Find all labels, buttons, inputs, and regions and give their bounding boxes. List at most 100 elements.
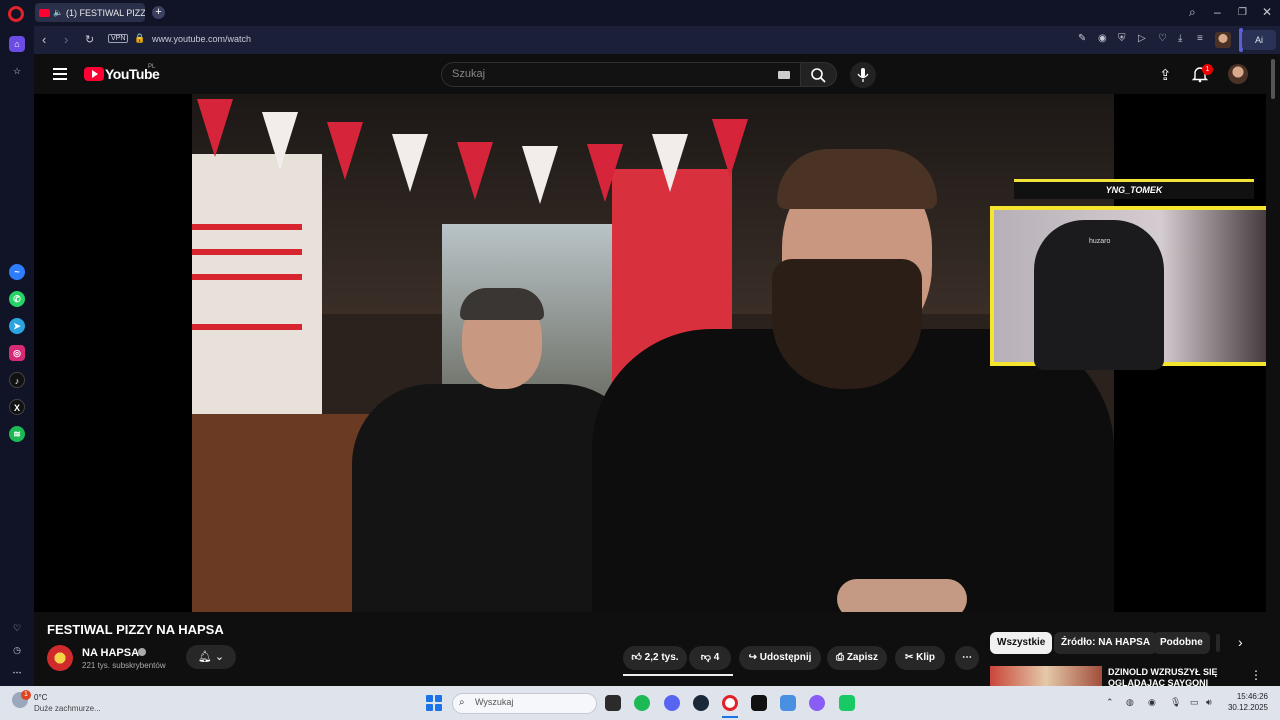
windows-start-icon[interactable]: [426, 695, 442, 711]
lock-icon[interactable]: 🔒: [134, 33, 145, 44]
subscriber-count: 221 tys. subskrybentów: [82, 661, 166, 670]
vpn-badge[interactable]: VPN: [108, 34, 129, 43]
upload-icon[interactable]: ⇪: [1159, 66, 1172, 84]
clock-date[interactable]: 30.12.2025: [1222, 703, 1268, 712]
bunting-flag: [327, 122, 363, 180]
home-icon[interactable]: ⌂: [9, 36, 25, 52]
telegram-icon[interactable]: ➤: [9, 318, 25, 334]
play-icon[interactable]: ▷: [1138, 33, 1146, 44]
edit-icon[interactable]: ✎: [1078, 33, 1086, 44]
clock-time[interactable]: 15:46:26: [1232, 692, 1268, 701]
volume-icon[interactable]: 🔊︎: [1206, 697, 1212, 708]
whatsapp-icon[interactable]: ✆: [9, 291, 25, 307]
spotify-icon[interactable]: ≋: [9, 426, 25, 442]
shield-icon[interactable]: ⛨: [1118, 33, 1126, 44]
windows-taskbar: 1 0°C Duże zachmurze... ⌕ ⌃ ◍ ◉ 🎙︎ ▭ 🔊︎ …: [0, 686, 1280, 720]
tiktok-icon[interactable]: ♪: [9, 372, 25, 388]
search-input[interactable]: [452, 68, 772, 80]
restore-button[interactable]: ❐: [1238, 7, 1247, 18]
spotify-taskbar-icon[interactable]: [634, 695, 650, 711]
recommendation-thumbnail[interactable]: [990, 666, 1102, 686]
app-green-icon[interactable]: [839, 695, 855, 711]
webcam-overlay-label: YNG_TOMEK: [1014, 179, 1254, 199]
url-field[interactable]: www.youtube.com/watch: [152, 34, 251, 44]
voice-search-button[interactable]: [850, 62, 876, 88]
account-avatar[interactable]: [1228, 64, 1248, 84]
search-tabs-icon[interactable]: ⌕: [1189, 5, 1196, 20]
video-player[interactable]: YNG_TOMEK huzaro: [34, 94, 1276, 612]
more-icon[interactable]: ⋯: [9, 664, 25, 680]
discord-icon[interactable]: [664, 695, 680, 711]
page-scrollbar[interactable]: [1266, 54, 1280, 686]
app-icon[interactable]: [751, 695, 767, 711]
opera-taskbar-icon[interactable]: [722, 695, 738, 711]
clip-label: Klip: [916, 652, 936, 663]
recommendation-menu-icon[interactable]: ⋮: [1250, 668, 1262, 682]
channel-avatar[interactable]: [47, 645, 73, 671]
more-actions-button[interactable]: ⋯: [955, 646, 979, 670]
speaker-icon[interactable]: 🔈: [53, 8, 63, 17]
messenger-icon[interactable]: ~: [9, 264, 25, 280]
bookmark-icon: ⎙: [836, 652, 845, 663]
scrollbar-thumb[interactable]: [1271, 59, 1275, 99]
task-view-icon[interactable]: [605, 695, 621, 711]
download-icon[interactable]: ⤓: [1178, 33, 1182, 44]
channel-name[interactable]: NA HAPSA: [82, 647, 139, 659]
photos-icon[interactable]: [780, 695, 796, 711]
chip-source[interactable]: Źródło: NA HAPSA: [1054, 632, 1158, 654]
dislike-button[interactable]: 👎︎ 4: [689, 646, 731, 670]
share-button[interactable]: ↪ Udostępnij: [739, 646, 821, 670]
x-icon[interactable]: X: [9, 399, 25, 415]
like-button[interactable]: 👍︎ 2,2 tys.: [623, 646, 687, 670]
ai-button[interactable]: Ai: [1242, 30, 1276, 50]
menu-icon[interactable]: [53, 68, 67, 80]
temperature[interactable]: 0°C: [34, 693, 47, 702]
tray-app-icon[interactable]: ◉: [1148, 697, 1156, 708]
thumbs-down-icon: 👎︎: [700, 652, 711, 663]
close-window-button[interactable]: ✕: [1262, 5, 1272, 19]
microphone-tray-icon[interactable]: 🎙︎: [1170, 697, 1181, 708]
video-frame[interactable]: [192, 94, 1114, 612]
app-circle-icon[interactable]: [809, 695, 825, 711]
steam-icon[interactable]: [693, 695, 709, 711]
opera-logo-icon[interactable]: [8, 6, 24, 22]
youtube-favicon-icon: [39, 8, 50, 17]
dislike-count: 4: [713, 652, 720, 663]
youtube-logo-icon[interactable]: [84, 67, 104, 81]
ai-label: Ai: [1254, 35, 1263, 45]
chip-all[interactable]: Wszystkie: [990, 632, 1053, 654]
clip-button[interactable]: ✂ Klip: [895, 646, 945, 670]
heart-toolbar-icon[interactable]: ♡: [1158, 33, 1167, 44]
forward-icon[interactable]: ›: [64, 32, 68, 47]
camera-icon[interactable]: ◉: [1098, 33, 1107, 44]
back-icon[interactable]: ‹: [42, 32, 46, 47]
taskbar-search-input[interactable]: [475, 697, 590, 707]
chip-partial[interactable]: [1216, 634, 1220, 652]
tray-app-icon[interactable]: ◍: [1126, 697, 1134, 708]
share-label: Udostępnij: [759, 652, 812, 663]
keyboard-icon[interactable]: [778, 71, 790, 79]
recommendation-title[interactable]: DZINOLD WZRUSZYŁ SIĘ OGLĄDAJĄC SAYGONI: [1108, 667, 1248, 687]
chevron-right-icon[interactable]: ›: [1238, 634, 1243, 650]
minimize-button[interactable]: –: [1214, 5, 1221, 19]
star-icon[interactable]: ☆: [9, 63, 25, 79]
new-tab-button[interactable]: +: [152, 6, 165, 19]
share-icon: ↪: [748, 652, 757, 663]
heart-icon[interactable]: ♡: [9, 620, 25, 636]
taskbar-search[interactable]: ⌕: [452, 693, 597, 714]
menu-lines-icon[interactable]: ≡: [1197, 33, 1203, 44]
network-icon[interactable]: ▭: [1190, 697, 1199, 708]
tray-chevron-icon[interactable]: ⌃: [1106, 697, 1114, 708]
subscribed-button[interactable]: 🔔︎ ⌄: [186, 645, 236, 669]
save-button[interactable]: ⎙ Zapisz: [827, 646, 887, 670]
history-icon[interactable]: ◷: [9, 642, 25, 658]
webcam-overlay: huzaro: [990, 206, 1276, 370]
browser-tab[interactable]: 🔈 (1) FESTIWAL PIZZY N: [35, 3, 145, 22]
chip-similar[interactable]: Podobne: [1153, 632, 1210, 654]
weather-condition[interactable]: Duże zachmurze...: [34, 704, 101, 713]
profile-avatar[interactable]: [1215, 32, 1231, 48]
instagram-icon[interactable]: ◎: [9, 345, 25, 361]
search-button[interactable]: [801, 62, 837, 87]
browser-sidebar: ⌂ ☆ ~ ✆ ➤ ◎ ♪ X ≋ ♡ ◷ ⋯: [0, 26, 34, 686]
reload-icon[interactable]: ↻: [85, 33, 94, 46]
